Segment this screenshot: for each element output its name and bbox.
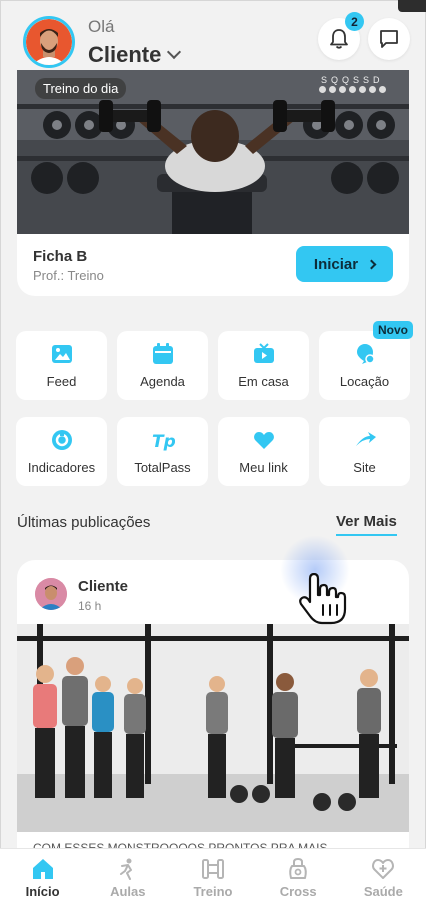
shortcut-agenda[interactable]: Agenda xyxy=(117,331,208,400)
post-image xyxy=(17,624,409,832)
post-time: 16 h xyxy=(78,599,102,613)
location-icon xyxy=(356,344,375,364)
shortcut-meu-link[interactable]: Meu link xyxy=(218,417,309,486)
nav-treino[interactable]: Treino xyxy=(170,849,255,908)
nav-label: Aulas xyxy=(110,884,146,899)
post-author-avatar xyxy=(35,578,67,610)
nav-cross[interactable]: Cross xyxy=(256,849,341,908)
nav-saude[interactable]: Saúde xyxy=(341,849,426,908)
nav-label: Saúde xyxy=(363,884,403,899)
nav-label: Cross xyxy=(279,884,317,899)
calendar-icon xyxy=(152,343,173,364)
totalpass-icon: Tp xyxy=(152,432,175,452)
home-icon xyxy=(32,859,53,879)
nav-aulas[interactable]: Aulas xyxy=(85,849,170,908)
dumbbell-icon xyxy=(201,859,224,879)
shortcut-site[interactable]: Site xyxy=(319,417,410,486)
classes-icon xyxy=(119,858,132,880)
shortcut-label: TotalPass xyxy=(134,460,191,475)
user-name-selector[interactable]: Cliente xyxy=(88,42,182,68)
user-avatar[interactable] xyxy=(23,16,75,68)
kettlebell-icon xyxy=(289,858,307,879)
shortcut-feed[interactable]: Feed xyxy=(16,331,107,400)
chat-icon xyxy=(380,30,398,48)
shortcut-label: Em casa xyxy=(238,374,289,389)
user-name: Cliente xyxy=(88,42,162,67)
notification-badge: 2 xyxy=(345,12,364,31)
svg-text:Tp: Tp xyxy=(152,432,175,452)
indicator-icon xyxy=(51,430,72,450)
header: Olá Cliente 2 xyxy=(0,0,426,72)
greeting-text: Olá xyxy=(88,17,115,36)
image-icon xyxy=(51,345,72,363)
chevron-down-icon xyxy=(167,44,182,60)
workout-of-the-day-card[interactable]: Treino do dia SQQSSD Ficha B Prof.: Trei… xyxy=(17,70,409,296)
chevron-right-icon xyxy=(366,259,377,269)
workout-title: Ficha B xyxy=(33,248,88,265)
nav-label: Treino xyxy=(193,884,233,899)
shortcut-label: Agenda xyxy=(140,374,185,389)
bottom-navigation: Início Aulas Treino Cross Saúde xyxy=(0,848,426,908)
post-card[interactable]: Cliente 16 h COM ESSES MONSTROOOOS PRONT… xyxy=(17,560,409,850)
bell-icon xyxy=(330,29,348,49)
shortcut-label: Feed xyxy=(46,374,77,389)
shortcut-totalpass[interactable]: Tp TotalPass xyxy=(117,417,208,486)
workout-tag: Treino do dia xyxy=(35,78,127,99)
new-badge: Novo xyxy=(373,321,413,339)
shortcut-label: Locação xyxy=(339,374,390,389)
hand-pointer-icon xyxy=(299,573,347,625)
tv-icon xyxy=(253,343,274,363)
shortcut-label: Site xyxy=(353,460,376,475)
start-label: Iniciar xyxy=(313,255,359,273)
shortcut-locacao[interactable]: Locação xyxy=(319,331,410,400)
start-workout-button[interactable]: Iniciar xyxy=(296,246,393,282)
heart-icon xyxy=(253,432,274,449)
workout-trainer: Prof.: Treino xyxy=(33,268,104,283)
nav-inicio[interactable]: Início xyxy=(0,849,85,908)
week-days-labels: SQQSSD xyxy=(321,75,384,85)
see-more-link[interactable]: Ver Mais xyxy=(336,513,397,536)
shortcut-label: Meu link xyxy=(239,460,288,475)
nav-label: Início xyxy=(25,884,60,899)
shortcut-indicadores[interactable]: Indicadores xyxy=(16,417,107,486)
health-heart-icon xyxy=(372,859,395,879)
publications-title: Últimas publicações xyxy=(17,514,151,531)
post-author: Cliente xyxy=(78,578,129,595)
arrow-icon xyxy=(355,432,376,446)
shortcut-em-casa[interactable]: Em casa xyxy=(218,331,309,400)
chat-button[interactable] xyxy=(368,18,410,60)
week-progress-dots xyxy=(319,86,386,93)
shortcut-label: Indicadores xyxy=(27,460,96,475)
